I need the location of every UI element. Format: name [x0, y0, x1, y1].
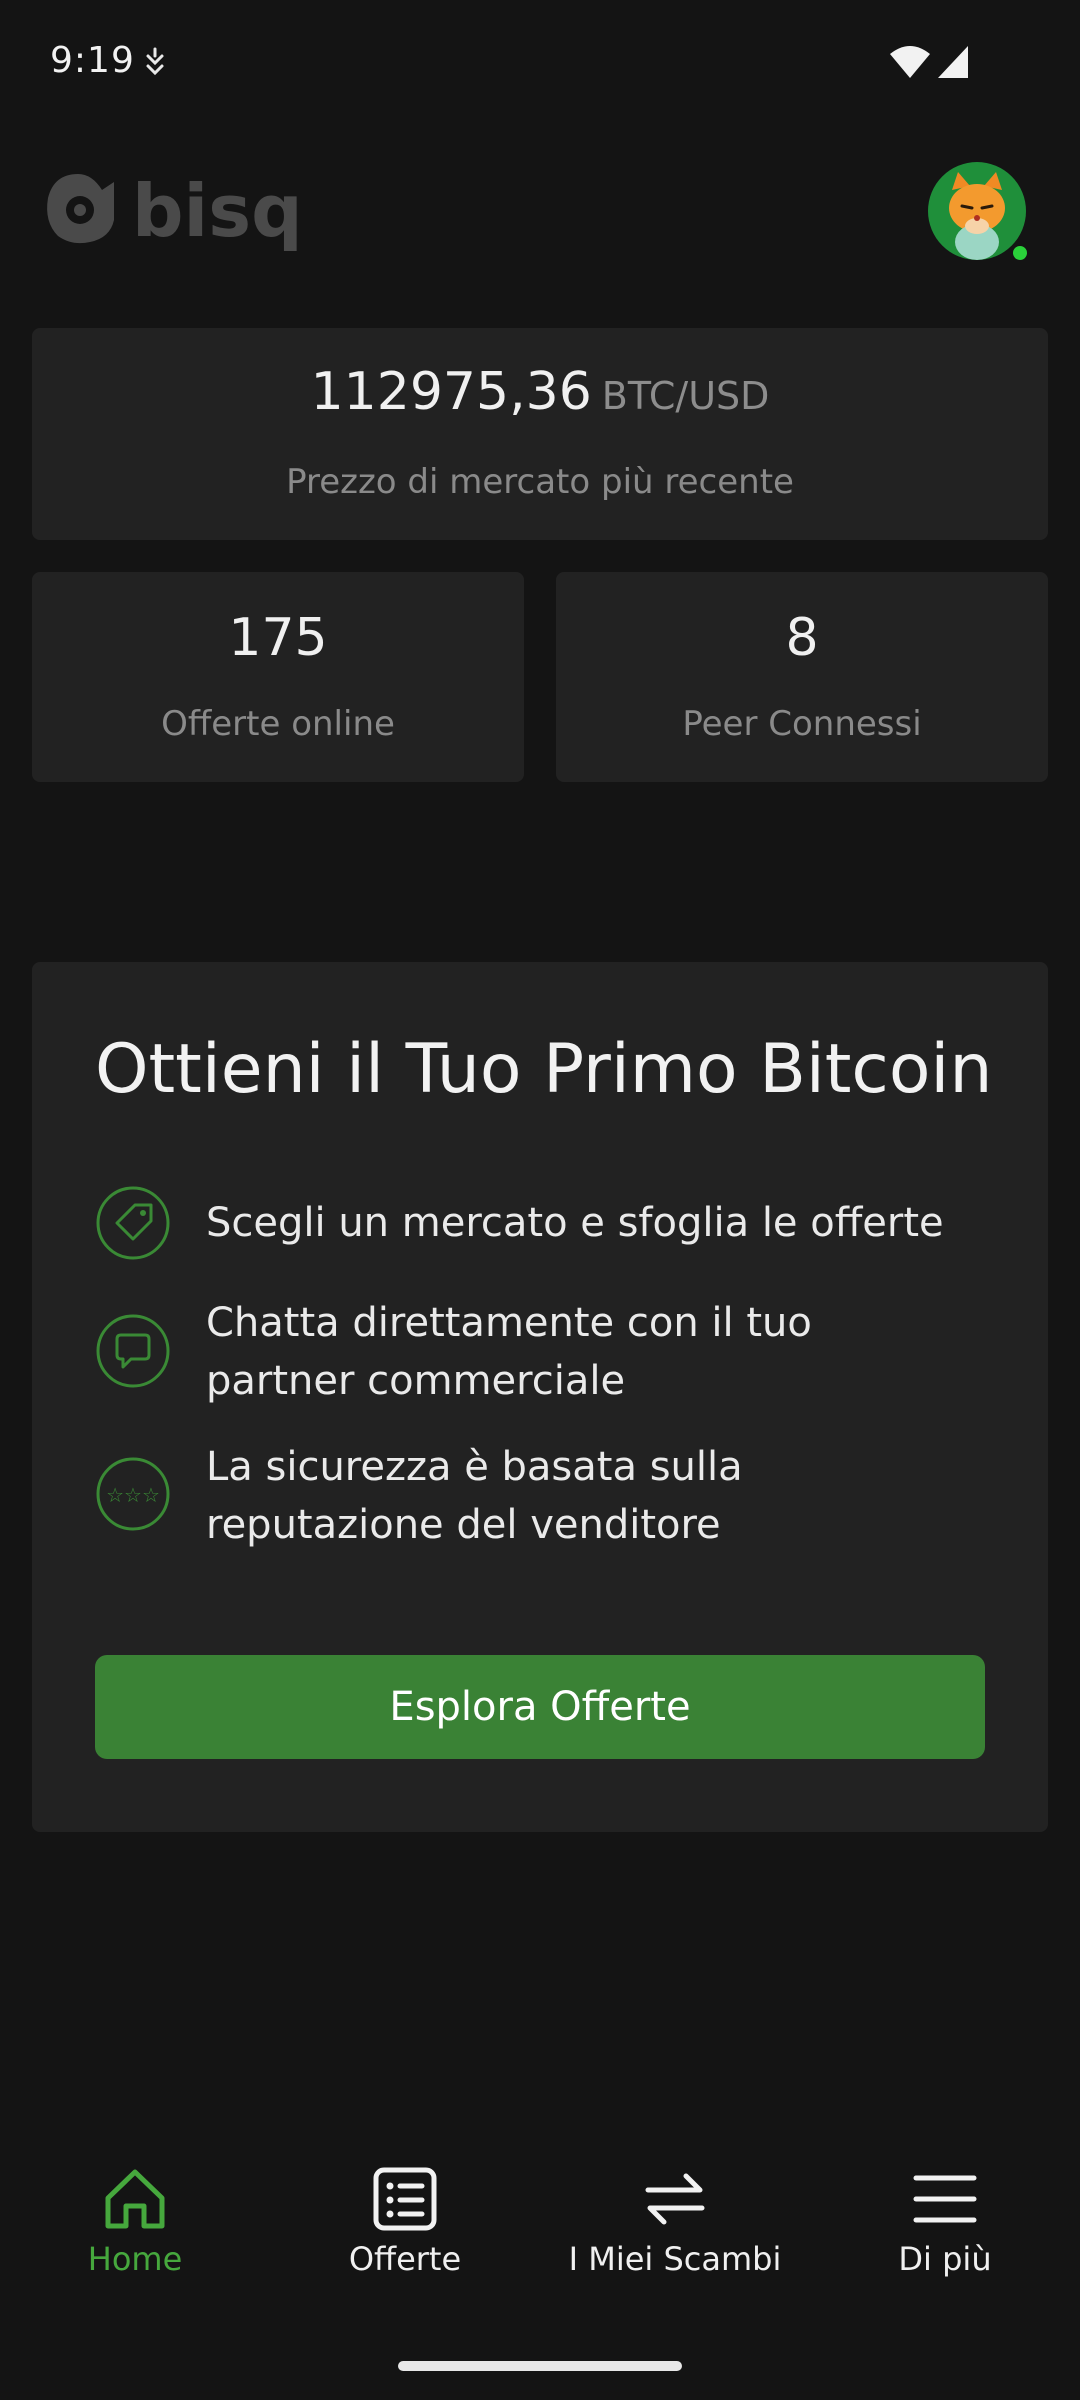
wifi-icon: [890, 46, 930, 78]
nav-label-offers: Offerte: [348, 2240, 462, 2278]
cat-avatar-icon: [949, 172, 1005, 260]
home-icon: [105, 2169, 165, 2229]
nav-item-home[interactable]: Home: [0, 2140, 270, 2280]
gesture-home-indicator[interactable]: [398, 2361, 682, 2371]
nav-item-more[interactable]: Di più: [810, 2140, 1080, 2280]
nav-label-my-trades: I Miei Scambi: [568, 2240, 782, 2278]
nav-label-more: Di più: [898, 2240, 992, 2278]
svg-text:☆☆☆: ☆☆☆: [106, 1483, 160, 1507]
nav-label-home: Home: [87, 2240, 183, 2278]
nav-item-my-trades[interactable]: I Miei Scambi: [540, 2140, 810, 2280]
price-caption: Prezzo di mercato più recente: [286, 462, 794, 502]
nav-item-offers[interactable]: Offerte: [270, 2140, 540, 2280]
swap-icon: [645, 2173, 705, 2225]
signal-icon: [938, 46, 968, 78]
feature-text-markets: Scegli un mercato e sfoglia le offerte: [206, 1200, 944, 1246]
bottom-navigation: Home Offerte I Miei Scambi Di più: [0, 2140, 1080, 2300]
menu-icon: [913, 2175, 977, 2223]
offers-online-card: 175 Offerte online: [32, 572, 524, 782]
connected-peers-label: Peer Connessi: [682, 704, 922, 744]
feature-text-chat: Chatta direttamente con il tuo partner c…: [206, 1300, 812, 1404]
market-price: 112975,36 BTC/USD: [0, 362, 1080, 422]
logo-text: bisq: [132, 169, 303, 253]
connected-peers-card: 8 Peer Connessi: [556, 572, 1048, 782]
explore-offers-button[interactable]: Esplora Offerte: [95, 1655, 985, 1759]
promo-title: Ottieni il Tuo Primo Bitcoin: [95, 1030, 993, 1109]
bisq-logo: bisq: [47, 169, 303, 253]
price-pair: BTC/USD: [601, 374, 770, 418]
status-time: 9:19: [50, 40, 135, 81]
offers-online-label: Offerte online: [161, 704, 395, 744]
market-price-card: [32, 328, 1048, 540]
home-screen: 9:19 bisq 112975,36 BTC/USD Prezzo di me…: [0, 0, 1080, 2400]
chat-icon: [96, 1314, 170, 1388]
tag-icon: [96, 1186, 170, 1260]
avatar[interactable]: [928, 162, 1026, 260]
connected-peers-count: 8: [785, 608, 819, 668]
online-status-dot: [1013, 246, 1027, 260]
price-value: 112975,36: [310, 362, 592, 422]
feature-text-reputation: La sicurezza è basata sulla reputazione …: [206, 1444, 743, 1548]
list-icon: [373, 2167, 437, 2231]
stars-icon: ☆☆☆: [96, 1457, 170, 1531]
offers-online-count: 175: [228, 608, 328, 668]
location-icon: [146, 47, 164, 76]
status-bar: 9:19: [0, 0, 1080, 130]
